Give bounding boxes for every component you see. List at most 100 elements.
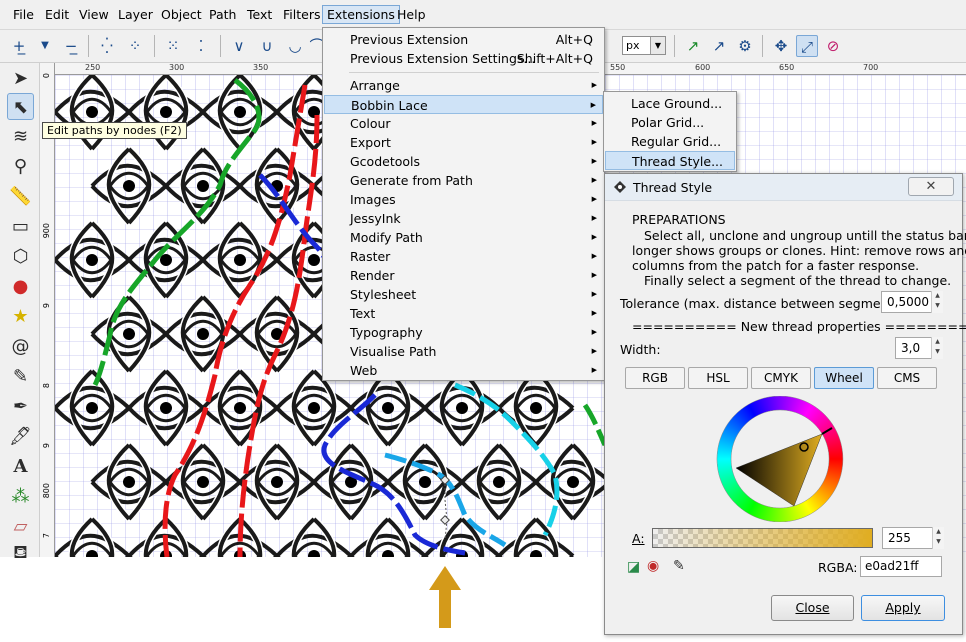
rgba-input[interactable]: e0ad21ff bbox=[860, 556, 942, 577]
ruler-label: 600 bbox=[695, 63, 711, 72]
menu-item-visualise-path[interactable]: Visualise Path ▶ bbox=[324, 342, 603, 361]
menu-item-label: Render bbox=[350, 268, 395, 283]
tab-cms[interactable]: CMS bbox=[877, 367, 937, 389]
menu-item-arrange[interactable]: Arrange ▶ bbox=[324, 76, 603, 95]
pencil-tool-icon[interactable]: ✎ bbox=[7, 363, 34, 390]
join-nodes-icon[interactable]: ⁛ bbox=[96, 35, 118, 57]
menu-item-typography[interactable]: Typography ▶ bbox=[324, 323, 603, 342]
dropdown-icon[interactable]: ▼ bbox=[34, 35, 56, 57]
eyedropper-icon[interactable]: ✎ bbox=[673, 558, 685, 574]
menu-item-label: Arrange bbox=[350, 78, 400, 93]
tab-cmyk[interactable]: CMYK bbox=[751, 367, 811, 389]
rectangle-tool-icon[interactable]: ▭ bbox=[7, 213, 34, 240]
submenu-item-thread-style[interactable]: Thread Style... bbox=[605, 151, 735, 170]
delete-segment-icon[interactable]: ⁚ bbox=[190, 35, 212, 57]
toolbar-separator bbox=[220, 35, 221, 57]
unit-select[interactable]: px ▼ bbox=[622, 36, 666, 55]
submenu-arrow-icon: ▶ bbox=[591, 81, 597, 89]
menu-layer[interactable]: Layer bbox=[115, 7, 156, 22]
star-tool-icon[interactable]: ★ bbox=[7, 303, 34, 330]
tab-rgb[interactable]: RGB bbox=[625, 367, 685, 389]
transform-handles-icon[interactable]: ✥ bbox=[770, 35, 792, 57]
show-outline-icon[interactable]: ⊘ bbox=[822, 35, 844, 57]
menu-text[interactable]: Text bbox=[244, 7, 275, 22]
menu-item-web[interactable]: Web ▶ bbox=[324, 361, 603, 380]
tolerance-label: Tolerance (max. distance between segment… bbox=[620, 296, 910, 311]
stroke-to-path-icon[interactable]: ↗ bbox=[708, 35, 730, 57]
menu-view[interactable]: View bbox=[76, 7, 112, 22]
menu-item-generate-from-path[interactable]: Generate from Path ▶ bbox=[324, 171, 603, 190]
color-wheel[interactable] bbox=[712, 396, 848, 522]
menu-item-label: Gcodetools bbox=[350, 154, 421, 169]
menu-item-jessyink[interactable]: JessyInk ▶ bbox=[324, 209, 603, 228]
symmetric-node-icon[interactable]: ◡ bbox=[284, 35, 306, 57]
menu-item-images[interactable]: Images ▶ bbox=[324, 190, 603, 209]
3d-box-tool-icon[interactable]: ⬡ bbox=[7, 243, 34, 270]
pen-tool-icon[interactable]: ✒ bbox=[7, 393, 34, 420]
menu-help[interactable]: Help bbox=[394, 7, 429, 22]
submenu-item-lace-ground[interactable]: Lace Ground... bbox=[605, 94, 735, 113]
dialog-title-bar[interactable]: Thread Style ✕ bbox=[605, 174, 962, 201]
menu-item-bobbin-lace[interactable]: Bobbin Lace ▶ bbox=[324, 95, 603, 114]
menu-item-export[interactable]: Export ▶ bbox=[324, 133, 603, 152]
menu-item-text[interactable]: Text ▶ bbox=[324, 304, 603, 323]
submenu-arrow-icon: ▶ bbox=[591, 157, 597, 165]
tab-hsl[interactable]: HSL bbox=[688, 367, 748, 389]
show-handles-icon[interactable]: ⤢ bbox=[796, 35, 818, 57]
cusp-node-icon[interactable]: ∨ bbox=[228, 35, 250, 57]
menu-item-raster[interactable]: Raster ▶ bbox=[324, 247, 603, 266]
menu-filters[interactable]: Filters bbox=[280, 7, 323, 22]
submenu-arrow-icon: ▶ bbox=[591, 347, 597, 355]
menu-item-colour[interactable]: Colour ▶ bbox=[324, 114, 603, 133]
submenu-item-polar-grid[interactable]: Polar Grid... bbox=[605, 113, 735, 132]
insert-node-icon[interactable]: +̲ bbox=[8, 35, 30, 57]
close-icon[interactable]: ✕ bbox=[908, 177, 954, 196]
menu-item-modify-path[interactable]: Modify Path ▶ bbox=[324, 228, 603, 247]
text-tool-icon[interactable]: A bbox=[7, 453, 34, 480]
tweak-tool-icon[interactable]: ≋ bbox=[7, 123, 34, 150]
spin-arrows-icon[interactable]: ▲ ▼ bbox=[931, 337, 943, 359]
selector-tool-icon[interactable]: ➤ bbox=[7, 65, 34, 92]
spray-tool-icon[interactable]: ⁂ bbox=[7, 483, 34, 510]
menu-item-stylesheet[interactable]: Stylesheet ▶ bbox=[324, 285, 603, 304]
calligraphy-tool-icon[interactable]: 🖋 bbox=[7, 423, 34, 450]
menu-object[interactable]: Object bbox=[158, 7, 205, 22]
node-tool-icon[interactable]: ⬉ bbox=[7, 93, 34, 120]
delete-node-icon[interactable]: −̲ bbox=[60, 35, 82, 57]
submenu-arrow-icon: ▶ bbox=[590, 101, 596, 109]
menu-item-previous-extension-settings[interactable]: Previous Extension Settings... Shift+Alt… bbox=[324, 49, 603, 68]
tab-wheel[interactable]: Wheel bbox=[814, 367, 874, 389]
menu-edit[interactable]: Edit bbox=[42, 7, 72, 22]
out-of-gamut-icon: ◉ bbox=[647, 558, 660, 574]
alpha-slider[interactable] bbox=[652, 528, 873, 548]
menu-path[interactable]: Path bbox=[206, 7, 239, 22]
menu-item-render[interactable]: Render ▶ bbox=[324, 266, 603, 285]
menu-item-previous-extension[interactable]: Previous Extension Alt+Q bbox=[324, 30, 603, 49]
spiral-tool-icon[interactable]: @ bbox=[7, 333, 34, 360]
close-button[interactable]: Close bbox=[771, 595, 854, 621]
zoom-tool-icon[interactable]: ⚲ bbox=[7, 153, 34, 180]
spin-arrows-icon[interactable]: ▲ ▼ bbox=[931, 291, 943, 313]
thread-style-dialog: Thread Style ✕ PREPARATIONS Select all, … bbox=[604, 173, 966, 635]
join-segment-icon[interactable]: ⁙ bbox=[162, 35, 184, 57]
alpha-spinbox[interactable]: 255 ▲ ▼ bbox=[882, 527, 944, 549]
width-spinbox[interactable]: 3,0 ▲ ▼ bbox=[895, 337, 943, 359]
measure-tool-icon[interactable]: 📏 bbox=[7, 183, 34, 210]
path-effect-icon[interactable]: ⚙ bbox=[734, 35, 756, 57]
smooth-node-icon[interactable]: ∪ bbox=[256, 35, 278, 57]
chevron-down-icon: ▼ bbox=[650, 37, 665, 54]
apply-button[interactable]: Apply bbox=[861, 595, 945, 621]
break-path-icon[interactable]: ⁘ bbox=[124, 35, 146, 57]
ellipse-tool-icon[interactable]: ● bbox=[7, 273, 34, 300]
menu-item-gcodetools[interactable]: Gcodetools ▶ bbox=[324, 152, 603, 171]
menu-extensions[interactable]: Extensions bbox=[322, 5, 400, 24]
object-to-path-icon[interactable]: ↗ bbox=[682, 35, 704, 57]
eraser-tool-icon[interactable]: ▱ bbox=[7, 513, 34, 540]
tooltip: Edit paths by nodes (F2) bbox=[42, 122, 187, 139]
tolerance-spinbox[interactable]: 0,5000 ▲ ▼ bbox=[881, 291, 943, 313]
menu-file[interactable]: File bbox=[10, 7, 37, 22]
submenu-item-regular-grid[interactable]: Regular Grid... bbox=[605, 132, 735, 151]
menu-item-label: Previous Extension bbox=[350, 32, 469, 47]
spin-arrows-icon[interactable]: ▲ ▼ bbox=[932, 527, 944, 549]
bucket-tool-icon[interactable]: ⛾ bbox=[7, 539, 34, 566]
